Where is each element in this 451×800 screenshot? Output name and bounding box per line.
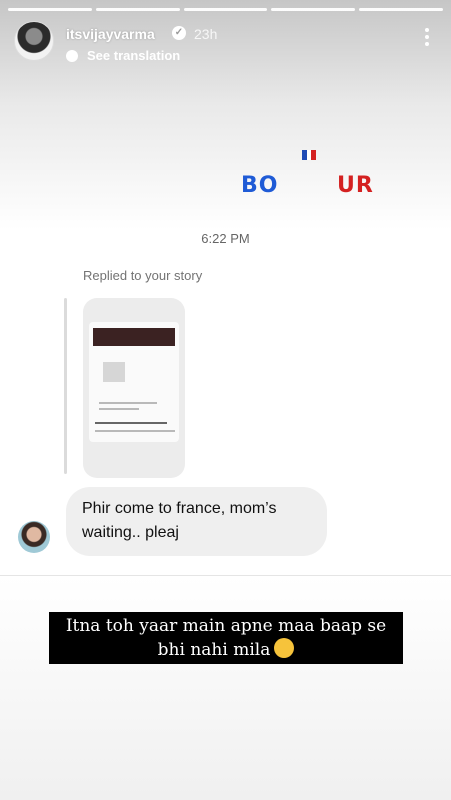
- story-time-ago: 23h: [194, 26, 218, 42]
- shocked-face-emoji-icon: [274, 638, 295, 658]
- progress-segment: [95, 8, 180, 11]
- chat-timestamp: 6:22 PM: [201, 231, 250, 246]
- progress-segment: [271, 8, 356, 11]
- progress-segment: [183, 8, 268, 11]
- sticker-text-left: BO: [241, 173, 279, 198]
- replied-to-story-label: Replied to your story: [83, 268, 203, 283]
- story-caption: Itna toh yaar main apne maa baap se bhi …: [49, 612, 403, 664]
- story-progress-bar: [8, 8, 443, 11]
- story-background-bottom: [0, 576, 451, 800]
- see-translation-link[interactable]: See translation: [87, 48, 180, 63]
- thumbnail-line: [95, 422, 167, 424]
- story-author-avatar[interactable]: [14, 21, 54, 61]
- progress-segment: [8, 8, 92, 11]
- sticker-text-right: UR: [337, 173, 374, 198]
- thumbnail-line: [99, 408, 139, 410]
- thumbnail-dark-header: [93, 328, 175, 346]
- bonjour-sticker: BO UR: [241, 173, 373, 198]
- globe-icon: [66, 50, 78, 62]
- more-options-icon[interactable]: [425, 28, 429, 49]
- sender-avatar[interactable]: [18, 521, 50, 553]
- message-bubble: Phir come to france, mom’s waiting.. ple…: [66, 487, 327, 556]
- thumbnail-screenshot: [89, 322, 179, 442]
- replied-story-thumbnail[interactable]: [83, 298, 185, 478]
- french-flag-icon: [302, 150, 317, 160]
- caption-line-1: Itna toh yaar main apne maa baap se: [65, 616, 387, 636]
- thumbnail-line: [95, 430, 175, 432]
- thumbnail-image: [103, 362, 125, 382]
- verified-badge-icon: ✓: [172, 26, 186, 40]
- caption-line-2: bhi nahi mila: [157, 640, 271, 660]
- thumbnail-line: [99, 402, 157, 404]
- story-username[interactable]: itsvijayvarma: [66, 26, 155, 42]
- progress-segment: [359, 8, 443, 11]
- reply-indicator-bar: [64, 298, 67, 474]
